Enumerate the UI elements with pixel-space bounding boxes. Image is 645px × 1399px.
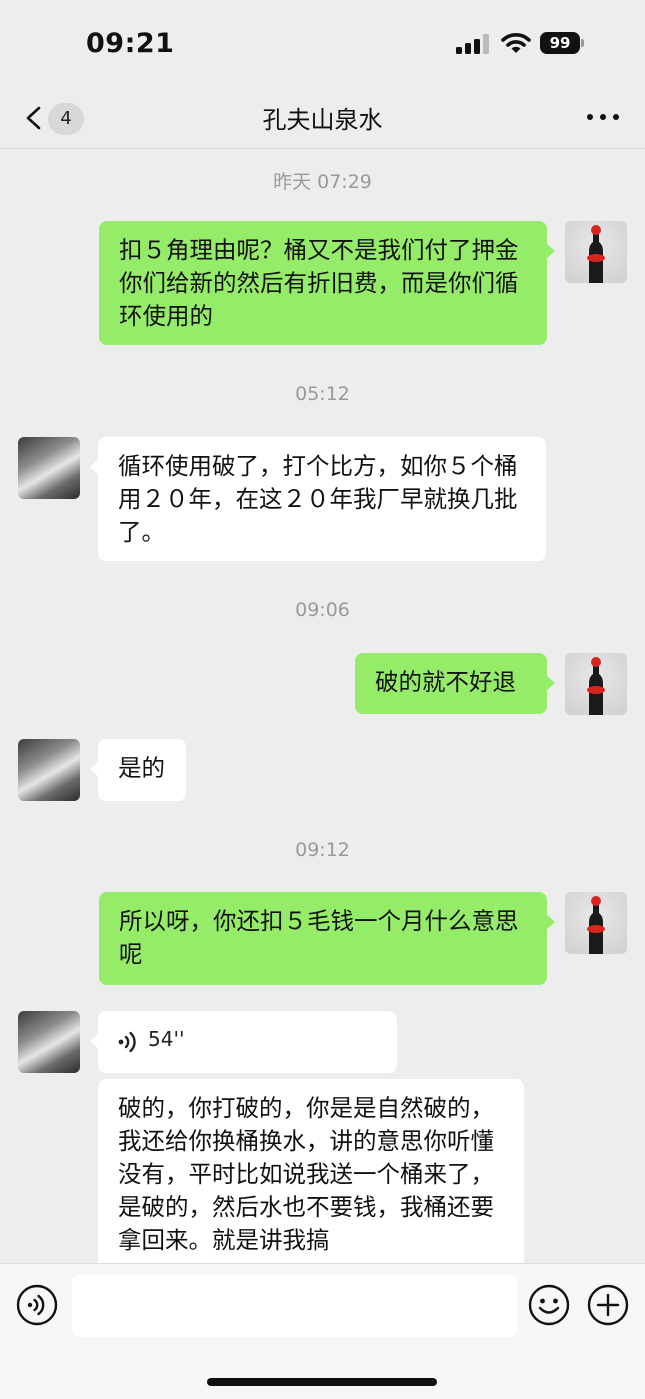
message-bubble-mine[interactable]: 扣５角理由呢？桶又不是我们付了押金你们给新的然后有折旧费，而是你们循环使用的 <box>99 221 555 345</box>
voice-message-bubble[interactable]: 54'' <box>90 1011 397 1073</box>
message-bubble-mine[interactable]: 所以呀，你还扣５毛钱一个月什么意思呢 <box>99 892 555 985</box>
message-text: 破的就不好退 <box>375 668 516 696</box>
message-timestamp: 05:12 <box>295 383 350 405</box>
battery-level: 99 <box>540 32 580 54</box>
message-timestamp: 09:12 <box>295 839 350 861</box>
more-button[interactable] <box>583 102 623 132</box>
back-chevron-icon <box>26 106 41 130</box>
message-text: 破的，你打破的，你是是自然破的，我还给你换桶换水，讲的意思你听懂没有，平时比如说… <box>118 1094 494 1254</box>
chat-header: 孔夫山泉水 4 <box>0 88 645 149</box>
chat-title: 孔夫山泉水 <box>262 106 383 134</box>
message-input[interactable] <box>72 1275 517 1337</box>
emoji-icon[interactable] <box>528 1284 570 1326</box>
contact-avatar[interactable] <box>18 1011 80 1073</box>
message-text: 是的 <box>118 754 165 782</box>
voice-mode-icon[interactable] <box>16 1284 58 1326</box>
back-button[interactable]: 4 <box>20 96 90 140</box>
my-avatar[interactable] <box>565 221 627 283</box>
message-text: 循环使用破了，打个比方，如你５个桶用２０年，在这２０年我厂早就换几批了。 <box>118 452 518 546</box>
wifi-icon <box>501 33 531 53</box>
message-timestamp: 昨天 07:29 <box>273 171 372 193</box>
battery-icon: 99 <box>540 32 584 54</box>
message-bubble-theirs[interactable]: 是的 <box>90 739 186 801</box>
status-bar: 09:21 99 <box>0 0 645 88</box>
voice-duration: 54'' <box>148 1027 185 1051</box>
my-avatar[interactable] <box>565 892 627 954</box>
voice-wave-icon <box>118 1031 136 1053</box>
message-text: 扣５角理由呢？桶又不是我们付了押金你们给新的然后有折旧费，而是你们循环使用的 <box>119 236 519 330</box>
contact-avatar[interactable] <box>18 739 80 801</box>
plus-icon[interactable] <box>587 1284 629 1326</box>
message-text: 所以呀，你还扣５毛钱一个月什么意思呢 <box>119 907 519 968</box>
message-timestamp: 09:06 <box>295 599 350 621</box>
message-bubble-theirs[interactable]: 循环使用破了，打个比方，如你５个桶用２０年，在这２０年我厂早就换几批了。 <box>90 437 546 561</box>
signal-icon <box>456 34 489 54</box>
my-avatar[interactable] <box>565 653 627 715</box>
status-time: 09:21 <box>86 28 175 59</box>
home-indicator <box>207 1378 437 1386</box>
contact-avatar[interactable] <box>18 437 80 499</box>
message-bubble-mine[interactable]: 破的就不好退 <box>355 653 555 714</box>
unread-count-badge: 4 <box>48 103 84 135</box>
